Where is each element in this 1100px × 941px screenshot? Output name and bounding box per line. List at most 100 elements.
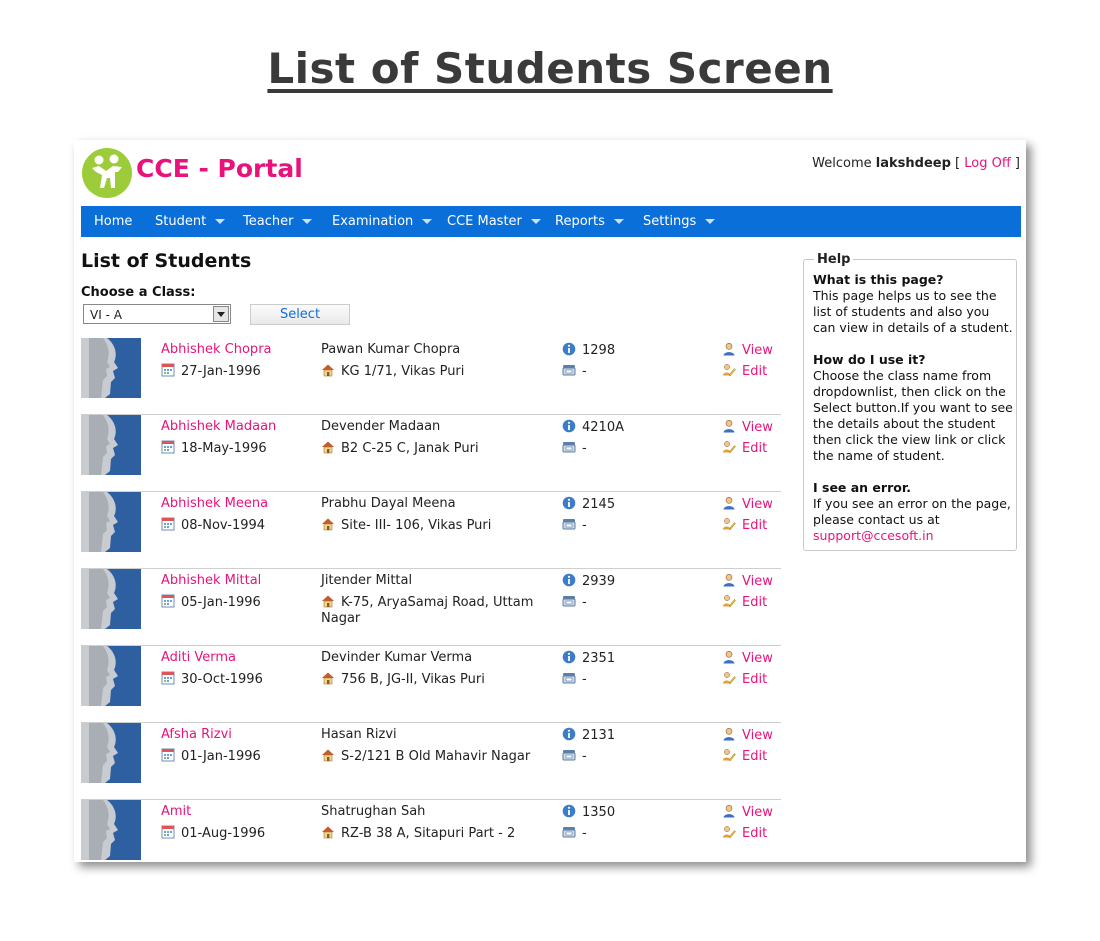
student-dob-value: 27-Jan-1996 <box>181 364 261 379</box>
student-dob: 01-Aug-1996 <box>161 825 265 841</box>
edit-link[interactable]: Edit <box>722 825 767 841</box>
calendar-icon <box>161 440 175 454</box>
view-link[interactable]: View <box>722 419 773 435</box>
student-phone: - <box>562 671 587 687</box>
edit-link[interactable]: Edit <box>722 748 767 764</box>
student-name-link[interactable]: Abhishek Chopra <box>161 342 272 357</box>
dropdown-arrow-icon[interactable] <box>213 306 229 322</box>
student-name-link[interactable]: Abhishek Madaan <box>161 419 276 434</box>
class-dropdown[interactable]: VI - A <box>83 304 231 324</box>
nav-teacher[interactable]: Teacher <box>243 206 313 237</box>
view-link[interactable]: View <box>722 804 773 820</box>
student-row: Amit 01-Aug-1996 Shatrughan Sah RZ-B 38 A, … <box>81 800 781 862</box>
admission-number: 1350 <box>562 804 615 820</box>
view-link-label: View <box>742 805 773 820</box>
view-link-label: View <box>742 728 773 743</box>
info-icon <box>562 804 576 818</box>
nav-cce-master-label: CCE Master <box>447 214 522 229</box>
help-answer-1: This page helps us to see the list of st… <box>813 288 1013 335</box>
view-link[interactable]: View <box>722 342 773 358</box>
student-dob: 05-Jan-1996 <box>161 594 261 610</box>
house-icon <box>322 518 334 531</box>
student-name-link[interactable]: Aditi Verma <box>161 650 236 665</box>
house-icon <box>322 672 334 685</box>
chevron-down-icon <box>705 219 716 224</box>
student-phone: - <box>562 363 587 379</box>
telephone-icon <box>562 673 576 684</box>
nav-home-label: Home <box>94 214 133 229</box>
nav-cce-master[interactable]: CCE Master <box>447 206 541 237</box>
student-dob: 01-Jan-1996 <box>161 748 261 764</box>
telephone-icon <box>562 827 576 838</box>
parent-name: Shatrughan Sah <box>321 804 426 819</box>
student-name-link[interactable]: Abhishek Meena <box>161 496 268 511</box>
student-address-value: B2 C-25 C, Janak Puri <box>341 441 479 456</box>
student-name-link[interactable]: Amit <box>161 804 191 819</box>
help-panel: Help What is this page? This page helps … <box>803 252 1017 551</box>
view-link[interactable]: View <box>722 573 773 589</box>
help-body: What is this page? This page helps us to… <box>813 272 1013 544</box>
view-link-label: View <box>742 497 773 512</box>
student-dob: 18-May-1996 <box>161 440 267 456</box>
admission-number-value: 1350 <box>582 805 616 820</box>
student-address-value: KG 1/71, Vikas Puri <box>341 364 465 379</box>
edit-link[interactable]: Edit <box>722 440 767 456</box>
chevron-down-icon <box>613 219 624 224</box>
logoff-link[interactable]: Log Off <box>964 156 1011 171</box>
student-name-link[interactable]: Abhishek Mittal <box>161 573 261 588</box>
view-link-label: View <box>742 574 773 589</box>
view-link[interactable]: View <box>722 727 773 743</box>
chevron-down-icon <box>530 219 541 224</box>
person-icon <box>723 728 735 741</box>
telephone-icon <box>562 519 576 530</box>
nav-teacher-label: Teacher <box>243 214 294 229</box>
admission-number: 1298 <box>562 342 615 358</box>
admission-number-value: 2145 <box>582 497 616 512</box>
view-link-label: View <box>742 420 773 435</box>
edit-link[interactable]: Edit <box>722 671 767 687</box>
admission-number: 4210A <box>562 419 624 435</box>
nav-home[interactable]: Home <box>94 206 132 237</box>
student-address-value: Site- III- 106, Vikas Puri <box>341 518 492 533</box>
student-address-value: RZ-B 38 A, Sitapuri Part - 2 <box>341 826 516 841</box>
student-phone-value: - <box>582 364 587 379</box>
edit-link-label: Edit <box>742 749 768 764</box>
edit-link[interactable]: Edit <box>722 517 767 533</box>
student-name-link[interactable]: Afsha Rizvi <box>161 727 232 742</box>
edit-link-label: Edit <box>742 441 768 456</box>
nav-reports[interactable]: Reports <box>555 206 624 237</box>
help-answer-3: If you see an error on the page, please … <box>813 496 1011 527</box>
student-dob-value: 01-Aug-1996 <box>181 826 266 841</box>
nav-settings-label: Settings <box>643 214 697 229</box>
view-link[interactable]: View <box>722 650 773 666</box>
edit-pencil-icon <box>722 364 736 377</box>
view-link[interactable]: View <box>722 496 773 512</box>
student-dob-value: 08-Nov-1994 <box>181 518 266 533</box>
edit-link[interactable]: Edit <box>722 363 767 379</box>
student-row: Abhishek Chopra 27-Jan-1996 Pawan Kumar Ch… <box>81 338 781 415</box>
student-row: Afsha Rizvi 01-Jan-1996 Hasan Rizvi S-2/121… <box>81 723 781 800</box>
student-avatar <box>81 338 141 398</box>
nav-student[interactable]: Student <box>155 206 226 237</box>
edit-link-label: Edit <box>742 826 768 841</box>
help-question-3: I see an error. <box>813 480 911 495</box>
info-icon <box>562 573 576 587</box>
student-phone-value: - <box>582 518 587 533</box>
student-dob: 30-Oct-1996 <box>161 671 263 687</box>
student-address: KG 1/71, Vikas Puri <box>321 363 536 380</box>
parent-name: Pawan Kumar Chopra <box>321 342 461 357</box>
admission-number-value: 4210A <box>582 420 624 435</box>
chevron-down-icon <box>215 219 226 224</box>
nav-examination[interactable]: Examination <box>332 206 433 237</box>
person-icon <box>723 343 735 356</box>
student-address-value: S-2/121 B Old Mahavir Nagar <box>341 749 531 764</box>
student-phone: - <box>562 440 587 456</box>
telephone-icon <box>562 365 576 376</box>
edit-link[interactable]: Edit <box>722 594 767 610</box>
person-icon <box>723 651 735 664</box>
support-email-link[interactable]: support@ccesoft.in <box>813 528 1013 544</box>
admission-number-value: 2351 <box>582 651 616 666</box>
chevron-down-icon <box>302 219 313 224</box>
nav-settings[interactable]: Settings <box>643 206 716 237</box>
select-button[interactable]: Select <box>250 304 350 325</box>
